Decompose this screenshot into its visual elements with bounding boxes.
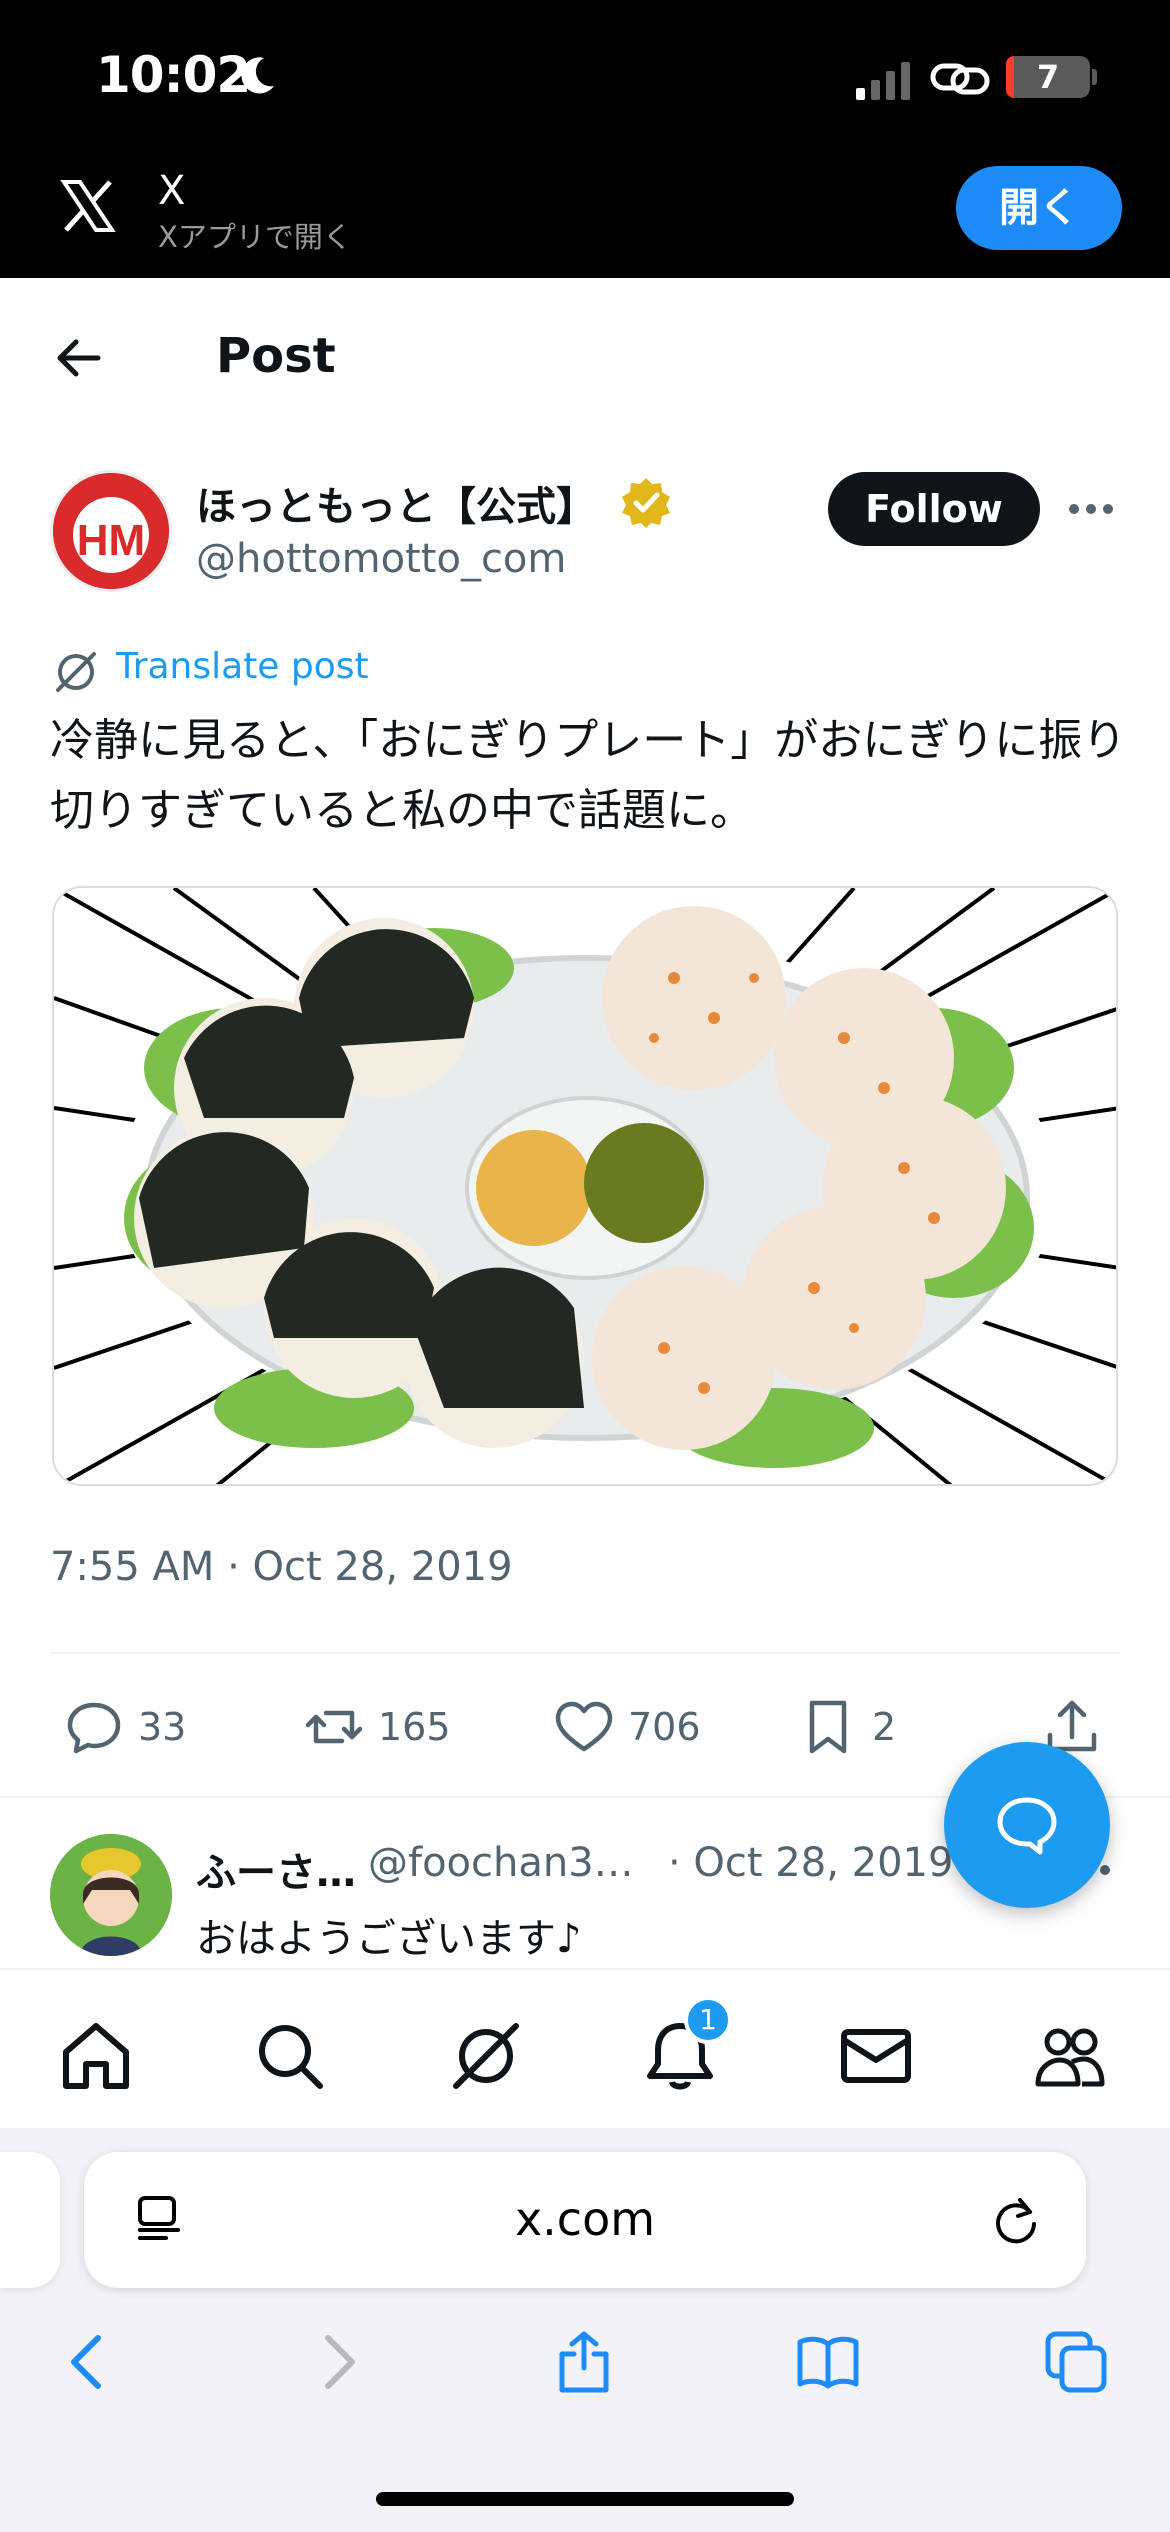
reply-avatar[interactable] [50,1834,172,1956]
book-icon[interactable] [796,2330,860,2394]
page-title: Post [216,328,336,384]
bookmark-count: 2 [872,1705,897,1749]
follow-button[interactable]: Follow [828,472,1040,546]
bookmark-icon [809,1700,847,1754]
verified-badge-icon [622,478,670,528]
repost-action[interactable]: 165 [304,1692,451,1762]
like-action[interactable]: 706 [554,1692,701,1762]
link-icon [930,63,990,95]
moon-icon [241,57,274,94]
compose-icon [997,1797,1057,1855]
author-avatar[interactable]: HM [50,470,172,592]
svg-text:HM: HM [77,516,145,565]
battery-level: 7 [1036,58,1060,96]
more-icon[interactable] [1066,494,1116,524]
reply-handle[interactable]: @foochan3… [368,1840,634,1886]
post-image[interactable] [52,886,1118,1486]
banner-subtitle: Xアプリで開く [158,220,352,254]
mail-icon[interactable] [838,2018,914,2094]
battery-tip [1092,69,1097,85]
home-indicator[interactable] [376,2492,794,2506]
chevron-right-icon[interactable] [306,2330,370,2394]
reply-date[interactable]: · Oct 28, 2019 [668,1840,953,1886]
like-count: 706 [628,1705,701,1749]
reply-action[interactable]: 33 [64,1692,186,1762]
url-text[interactable]: x.com [84,2192,1086,2246]
post-text: 冷静に見ると、「おにぎりプレート」がおにぎりに振り切りすぎていると私の中で話題に… [50,715,1127,836]
bottom-tab-bar [0,1968,1170,2128]
status-time: 10:02 [96,46,251,104]
bookmark-action[interactable]: 2 [798,1692,896,1762]
reply-icon [67,1702,121,1754]
author-handle[interactable]: @hottomotto_com [196,536,566,582]
tabs-icon[interactable] [1044,2330,1108,2394]
translate-post-link[interactable]: Translate post [116,646,369,687]
post-timestamp[interactable]: 7:55 AM · Oct 28, 2019 [50,1544,513,1590]
open-in-app-button[interactable]: 開く [956,166,1122,250]
reply-display-name[interactable]: ふーさ… [196,1840,356,1898]
home-icon[interactable] [58,2018,134,2094]
communities-icon[interactable] [1032,2018,1108,2094]
safari-share-icon[interactable] [552,2330,616,2394]
translate-icon [56,652,96,692]
reply-text: おはようございます♪ [196,1916,582,1962]
search-icon[interactable] [252,2018,328,2094]
reply-count: 33 [138,1705,187,1749]
back-arrow-icon[interactable] [50,330,106,386]
author-display-name[interactable]: ほっともっと【公式】 [196,474,596,532]
repost-icon [305,1710,363,1744]
x-logo-icon [60,180,116,232]
compose-button[interactable] [944,1742,1110,1908]
repost-count: 165 [378,1705,451,1749]
divider [50,1652,1120,1654]
battery-indicator: 7 [1006,56,1090,98]
banner-app-name: X [158,168,186,214]
like-icon [555,1701,613,1752]
reload-icon[interactable] [990,2194,1042,2246]
notification-badge: 1 [684,1996,732,2044]
previous-tab-peek[interactable] [0,2152,60,2288]
grok-icon[interactable] [448,2018,524,2094]
signal-icon [856,62,910,100]
chevron-left-icon[interactable] [56,2330,120,2394]
